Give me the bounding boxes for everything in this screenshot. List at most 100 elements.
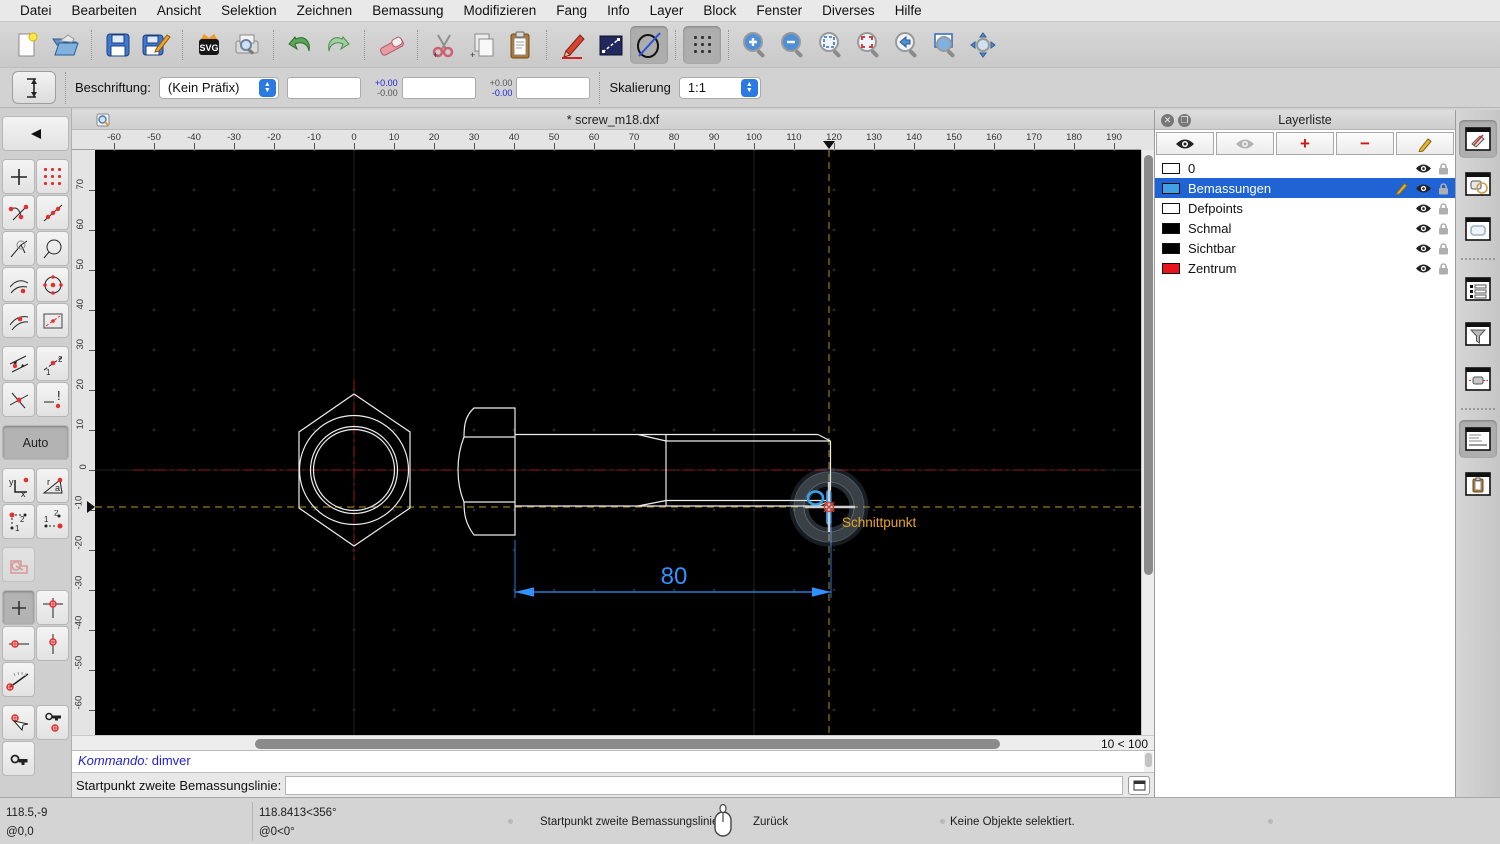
menu-zeichnen[interactable]: Zeichnen (287, 0, 363, 22)
restrict-angle-button[interactable] (2, 662, 35, 697)
coordinate-polar-button[interactable]: ra (36, 468, 69, 503)
layer-visibility-icon[interactable] (1415, 263, 1432, 274)
paste-button[interactable] (501, 26, 539, 64)
lock-zero-button[interactable] (2, 741, 35, 776)
horizontal-scrollbar[interactable]: 10 < 100 (72, 735, 1154, 750)
restrict-vertical-button[interactable] (36, 626, 69, 661)
layer-lock-icon[interactable] (1438, 162, 1449, 175)
delete-button[interactable] (372, 26, 410, 64)
undo-button[interactable] (281, 26, 319, 64)
menu-layer[interactable]: Layer (640, 0, 694, 22)
command-expand-button[interactable] (1128, 776, 1150, 795)
snap-grid-button[interactable] (36, 159, 69, 194)
snap-intersection-manual-button[interactable]: ! (36, 382, 69, 417)
prefix-select[interactable]: (Kein Präfix) ▲▼ (159, 77, 279, 99)
panel-close-button[interactable]: ✕ (1161, 114, 1174, 127)
upper-tolerance-input[interactable] (402, 77, 476, 99)
draw-tool-button[interactable] (554, 26, 592, 64)
snap-intersection-button[interactable] (2, 382, 35, 417)
vertical-scrollbar[interactable] (1141, 150, 1154, 735)
line-tool-button[interactable] (592, 26, 630, 64)
snap-free-button[interactable] (2, 159, 35, 194)
zoom-back-button[interactable] (888, 26, 926, 64)
zoom-out-button[interactable] (774, 26, 812, 64)
snap-distance-button[interactable]: 12 (36, 346, 69, 381)
redo-button[interactable] (319, 26, 357, 64)
snap-perpendicular-button[interactable] (2, 231, 35, 266)
lower-tolerance-input[interactable] (516, 77, 590, 99)
copy-button[interactable]: + (463, 26, 501, 64)
cut-button[interactable]: + (425, 26, 463, 64)
dimension-text-input[interactable] (287, 77, 361, 99)
snap-endpoints-button[interactable] (2, 195, 35, 230)
zoom-previous-button[interactable] (850, 26, 888, 64)
command-history-scrollbar[interactable] (1144, 752, 1153, 772)
layer-lock-icon[interactable] (1438, 262, 1449, 275)
horizontal-scrollbar-thumb[interactable] (255, 739, 1000, 749)
hide-all-layers-button[interactable] (1216, 132, 1274, 155)
snap-middle-button[interactable] (2, 303, 35, 338)
open-file-button[interactable] (46, 26, 84, 64)
snap-parallel-button[interactable] (2, 346, 35, 381)
clipboard-panel-button[interactable] (1459, 465, 1497, 503)
menu-bemassung[interactable]: Bemassung (362, 0, 453, 22)
layer-color-swatch[interactable] (1162, 223, 1180, 234)
show-all-layers-button[interactable] (1156, 132, 1214, 155)
layer-color-swatch[interactable] (1162, 263, 1180, 274)
menu-ansicht[interactable]: Ansicht (147, 0, 211, 22)
command-line-panel-button[interactable] (1459, 420, 1497, 458)
edit-layer-button[interactable] (1396, 132, 1454, 155)
grid-toggle-button[interactable] (683, 26, 721, 64)
snap-center-button[interactable] (36, 267, 69, 302)
menu-info[interactable]: Info (597, 0, 640, 22)
coordinate-absolute-button[interactable]: 12 (36, 504, 69, 539)
save-as-button[interactable] (137, 26, 175, 64)
layer-visibility-icon[interactable] (1415, 183, 1432, 194)
restrict-polyline-button[interactable] (2, 547, 35, 582)
layer-visibility-icon[interactable] (1415, 203, 1432, 214)
layer-list-panel-button[interactable] (1459, 120, 1497, 158)
layer-color-swatch[interactable] (1162, 183, 1180, 194)
zoom-auto-button[interactable] (812, 26, 850, 64)
menu-fang[interactable]: Fang (546, 0, 597, 22)
layer-lock-icon[interactable] (1438, 182, 1449, 195)
selection-filter-panel-button[interactable] (1459, 315, 1497, 353)
laser-pointer-panel-button[interactable] (1459, 360, 1497, 398)
restrict-horizontal-button[interactable] (2, 626, 35, 661)
layer-row-0[interactable]: 0 (1155, 158, 1455, 178)
dimension-vertical-tool-button[interactable] (12, 71, 56, 104)
snap-auto-button[interactable] (36, 231, 69, 266)
layer-color-swatch[interactable] (1162, 163, 1180, 174)
menu-selektion[interactable]: Selektion (211, 0, 287, 22)
layer-visibility-icon[interactable] (1415, 163, 1432, 174)
save-button[interactable] (99, 26, 137, 64)
layer-color-swatch[interactable] (1162, 203, 1180, 214)
coordinate-relative-button[interactable]: 12 (2, 504, 35, 539)
vertical-scrollbar-thumb[interactable] (1144, 155, 1153, 575)
new-file-button[interactable] (8, 26, 46, 64)
print-preview-button[interactable] (228, 26, 266, 64)
remove-layer-button[interactable]: − (1336, 132, 1394, 155)
layer-row-zentrum[interactable]: Zentrum (1155, 258, 1455, 278)
property-editor-panel-button[interactable] (1459, 210, 1497, 248)
add-layer-button[interactable]: + (1276, 132, 1334, 155)
menu-datei[interactable]: Datei (10, 0, 62, 22)
snap-reference-button[interactable] (36, 303, 69, 338)
lock-relative-zero-button[interactable] (36, 705, 69, 740)
layer-lock-icon[interactable] (1438, 202, 1449, 215)
block-list-panel-button[interactable] (1459, 165, 1497, 203)
menu-block[interactable]: Block (693, 0, 746, 22)
svg-export-button[interactable]: SVG (190, 26, 228, 64)
menu-modifizieren[interactable]: Modifizieren (454, 0, 547, 22)
restrict-off-button[interactable] (2, 590, 35, 625)
back-button[interactable] (2, 116, 69, 151)
layer-row-schmal[interactable]: Schmal (1155, 218, 1455, 238)
snap-auto-toggle[interactable]: Auto (2, 425, 69, 460)
selection-list-panel-button[interactable] (1459, 270, 1497, 308)
layer-color-swatch[interactable] (1162, 243, 1180, 254)
drawing-canvas[interactable]: 80 Schnittpunkt (95, 150, 1141, 735)
zoom-in-button[interactable] (736, 26, 774, 64)
layer-row-sichtbar[interactable]: Sichtbar (1155, 238, 1455, 258)
coordinate-cartesian-button[interactable]: yx (2, 468, 35, 503)
snap-tangent-button[interactable] (2, 267, 35, 302)
